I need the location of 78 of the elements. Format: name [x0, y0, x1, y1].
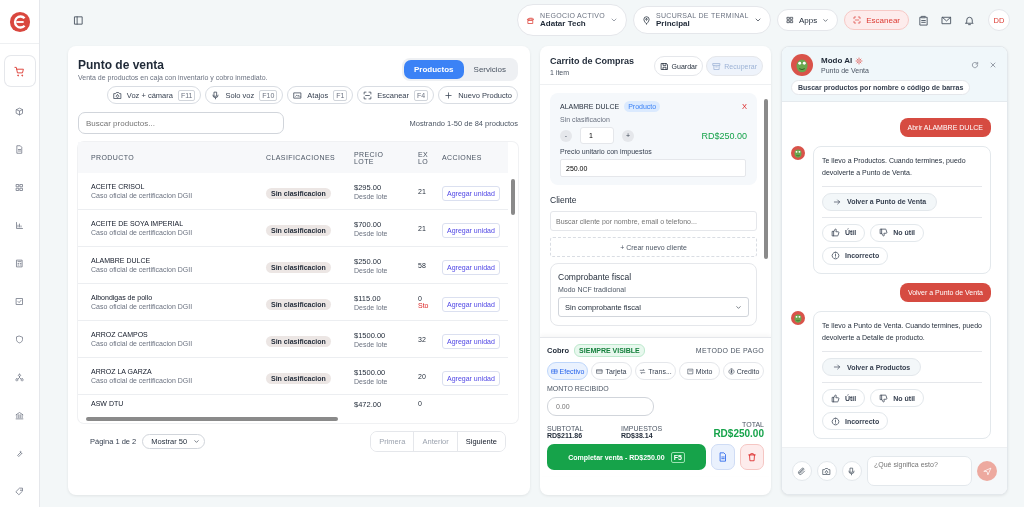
- calculator-icon: [15, 258, 24, 268]
- network-icon: [15, 372, 24, 382]
- archive-icon: [712, 61, 722, 71]
- mascot-avatar-icon: [791, 54, 813, 76]
- scan-button[interactable]: Escanear: [844, 10, 909, 30]
- grid-icon: [785, 16, 794, 24]
- close-icon: [989, 61, 997, 69]
- image-icon: [293, 90, 303, 100]
- assistant-title: Modo AI: [821, 56, 853, 65]
- sidebar-item[interactable]: [4, 56, 35, 86]
- thumbs-up-icon: [831, 228, 840, 238]
- scan-icon: [853, 16, 862, 24]
- document-icon: [718, 452, 728, 462]
- send-icon: [982, 466, 992, 476]
- apps-button[interactable]: Apps: [776, 9, 839, 31]
- mascot-avatar-icon: [791, 145, 805, 160]
- panel-title: Punto de venta: [78, 58, 165, 72]
- cash-icon: [550, 367, 558, 375]
- tag-icon: [15, 486, 24, 496]
- shield-icon: [15, 334, 24, 344]
- phone-icon: [526, 15, 536, 25]
- trash-icon: [747, 452, 757, 462]
- delete-button[interactable]: [740, 444, 764, 470]
- microphone-icon: [847, 466, 857, 476]
- document-icon: [15, 144, 24, 154]
- tab[interactable]: Productos: [404, 60, 464, 79]
- arrow-right-icon: [833, 363, 841, 371]
- panel-icon: [73, 14, 84, 26]
- section-title: Cliente: [550, 195, 578, 205]
- thumbs-down-icon: [879, 393, 889, 403]
- tab[interactable]: Servicios: [463, 60, 516, 79]
- checklist-icon: [15, 296, 24, 306]
- thumbs-up-icon: [831, 393, 840, 403]
- clipboard-icon: [918, 14, 929, 26]
- microphone-button[interactable]: [842, 461, 862, 481]
- chevron-down-icon: [753, 16, 762, 24]
- total-value: RD$250.00: [712, 428, 764, 439]
- microphone-icon: [211, 90, 221, 100]
- cart-title: Carrito de Compras: [550, 56, 635, 66]
- item-total: RD$250.00: [701, 130, 747, 141]
- send-button[interactable]: [977, 461, 997, 481]
- camera-button[interactable]: [817, 461, 837, 481]
- bank-icon: [15, 410, 24, 420]
- wrench-icon: [15, 448, 24, 458]
- cart-icon: [14, 65, 25, 77]
- sparkle-icon: [855, 56, 864, 65]
- transfer-icon: [639, 367, 647, 375]
- mascot-avatar-icon: [791, 310, 805, 325]
- search-field[interactable]: Buscar productos...: [78, 112, 284, 134]
- chevron-down-icon: [822, 16, 830, 24]
- attach-button[interactable]: [792, 461, 812, 481]
- section-title: Comprobante fiscal: [558, 272, 633, 282]
- credit-card-icon: [596, 367, 604, 375]
- chevron-down-icon: [193, 438, 201, 445]
- paperclip-icon: [797, 466, 807, 476]
- mail-icon: [941, 14, 952, 26]
- scan-icon: [363, 90, 373, 100]
- logo-icon: [8, 10, 31, 33]
- chevron-down-icon: [609, 16, 618, 24]
- grid-icon: [15, 182, 24, 192]
- bell-icon: [964, 14, 975, 26]
- document-button[interactable]: [711, 444, 735, 470]
- location-pin-icon: [641, 15, 651, 25]
- box-icon: [15, 106, 24, 116]
- wallet-icon: [686, 367, 694, 375]
- save-icon: [659, 61, 669, 71]
- chevron-down-icon: [735, 303, 742, 311]
- refresh-icon: [971, 61, 979, 69]
- arrow-right-icon: [833, 197, 841, 206]
- coin-icon: [727, 367, 735, 375]
- thumbs-down-icon: [879, 228, 889, 238]
- plus-icon: [444, 90, 454, 100]
- camera-icon: [112, 90, 122, 100]
- alert-icon: [831, 251, 840, 261]
- bar-chart-icon: [15, 220, 24, 230]
- refresh-button[interactable]: [969, 59, 981, 71]
- alert-icon: [831, 416, 840, 426]
- camera-icon: [822, 466, 832, 476]
